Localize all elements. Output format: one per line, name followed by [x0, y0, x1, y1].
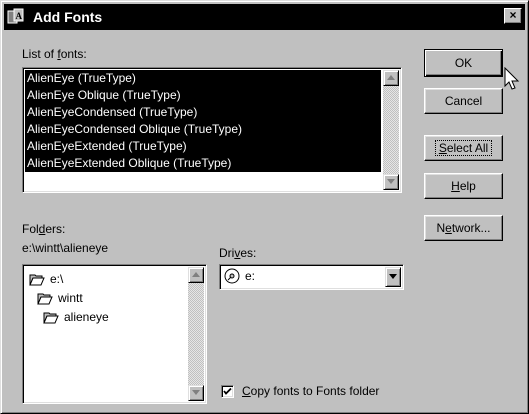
open-folder-icon [29, 274, 45, 285]
font-list-scrollbar[interactable] [383, 70, 399, 190]
font-list-item[interactable]: AlienEyeExtended (TrueType) [25, 138, 381, 155]
scroll-down-button[interactable] [383, 174, 399, 190]
arrow-down-icon [192, 390, 200, 395]
arrow-down-icon [387, 179, 395, 184]
copy-fonts-label[interactable]: Copy fonts to Fonts folder [242, 384, 379, 398]
add-fonts-dialog: A Add Fonts × List of fonts: AlienEye (T… [0, 0, 529, 414]
font-list-items: AlienEye (TrueType) AlienEye Oblique (Tru… [25, 70, 381, 172]
svg-text:A: A [16, 11, 23, 21]
cancel-button[interactable]: Cancel [424, 88, 503, 114]
open-folder-icon [37, 293, 53, 304]
font-list-item[interactable]: AlienEye (TrueType) [25, 70, 381, 87]
mouse-cursor-icon [504, 67, 520, 90]
font-list-label: List of fonts: [22, 47, 87, 61]
drives-dropdown-button[interactable] [385, 267, 401, 287]
window-title: Add Fonts [33, 9, 103, 25]
arrow-up-icon [387, 75, 395, 80]
drives-selected: e: [224, 268, 255, 284]
current-folder-path: e:\wintt\alieneye [22, 241, 109, 255]
folder-item-root[interactable]: e:\ [29, 272, 63, 286]
scroll-up-button[interactable] [383, 70, 399, 86]
help-button[interactable]: Help [424, 173, 503, 199]
font-list-item[interactable]: AlienEyeCondensed (TrueType) [25, 104, 381, 121]
drives-label: Drives: [219, 246, 257, 260]
drives-combobox[interactable]: e: [219, 264, 404, 290]
open-folder-icon [43, 312, 59, 323]
folder-item-wintt[interactable]: wintt [37, 291, 83, 305]
folder-item-alieneye[interactable]: alieneye [43, 310, 109, 324]
chevron-down-icon [389, 274, 397, 279]
copy-fonts-checkbox[interactable] [221, 385, 234, 398]
title-bar[interactable]: A Add Fonts × [4, 4, 525, 30]
close-icon: × [509, 8, 517, 22]
font-list-item[interactable]: AlienEyeExtended Oblique (TrueType) [25, 155, 381, 172]
select-all-button[interactable]: Select All [424, 135, 503, 161]
checkmark-icon [223, 387, 232, 395]
folders-label: Folders: [22, 222, 66, 236]
close-button[interactable]: × [504, 8, 522, 24]
scroll-up-button[interactable] [188, 267, 204, 283]
font-list-item[interactable]: AlienEyeCondensed Oblique (TrueType) [25, 121, 381, 138]
cd-drive-icon [224, 268, 240, 284]
folder-list-scrollbar[interactable] [188, 267, 204, 401]
fonts-app-icon: A [7, 8, 29, 26]
network-button[interactable]: Network... [424, 215, 503, 241]
ok-button[interactable]: OK [424, 49, 503, 77]
font-list-item[interactable]: AlienEye Oblique (TrueType) [25, 87, 381, 104]
scroll-down-button[interactable] [188, 385, 204, 401]
folder-listbox[interactable]: e:\ wintt alieneye [22, 264, 207, 404]
font-listbox[interactable]: AlienEye (TrueType) AlienEye Oblique (Tru… [22, 67, 402, 193]
arrow-up-icon [192, 272, 200, 277]
